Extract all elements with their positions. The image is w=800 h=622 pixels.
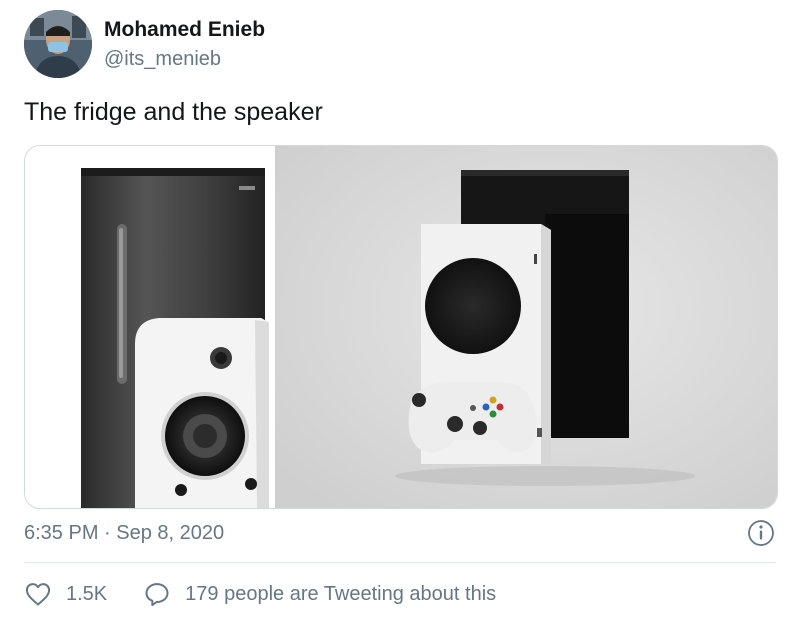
divider [24,562,776,563]
tweet-actions: 1.5K 179 people are Tweeting about this [24,574,496,614]
tweet-media[interactable] [24,145,778,509]
avatar-image [24,10,92,78]
speech-bubble-icon [145,583,169,607]
author-name[interactable]: Mohamed Enieb [104,18,265,42]
like-button[interactable]: 1.5K [24,580,107,608]
xbox-consoles-image [275,146,777,508]
like-count: 1.5K [66,582,108,605]
fridge-speaker-image [25,146,275,508]
avatar[interactable] [24,10,92,78]
tweet-text: The fridge and the speaker [24,98,323,126]
author-handle[interactable]: @its_menieb [104,48,221,71]
heart-icon [25,583,51,606]
tweet-timestamp[interactable]: 6:35 PM · Sep 8, 2020 [24,522,224,545]
conversation-text: 179 people are Tweeting about this [185,582,497,605]
info-icon[interactable] [746,518,776,548]
conversation-link[interactable]: 179 people are Tweeting about this [143,580,496,608]
